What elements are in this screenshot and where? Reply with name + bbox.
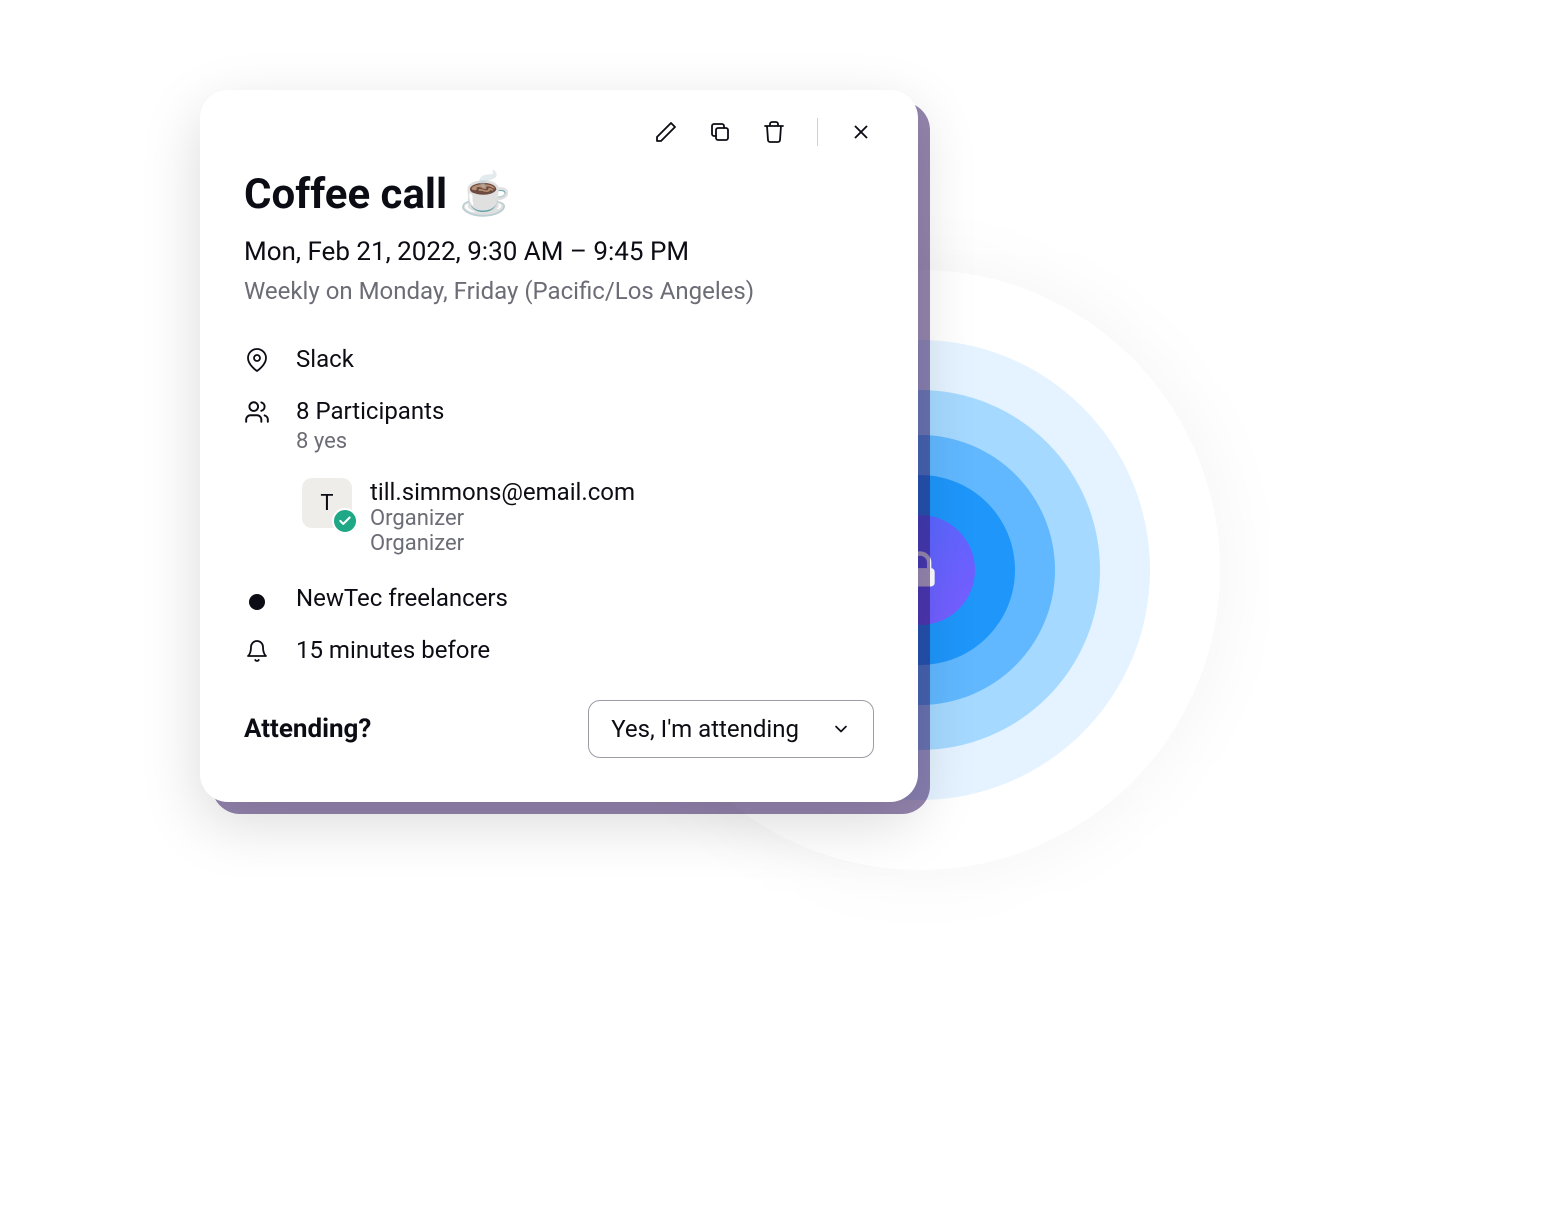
people-icon (244, 399, 270, 425)
participants-yes: 8 yes (296, 429, 444, 454)
event-recurrence: Weekly on Monday, Friday (Pacific/Los An… (244, 277, 874, 305)
organizer-row: T till.simmons@email.com Organizer Organ… (302, 478, 874, 556)
chevron-down-icon (831, 719, 851, 739)
organizer-role-1: Organizer (370, 506, 635, 531)
participants-row: 8 Participants 8 yes (244, 397, 874, 454)
attending-row: Attending? Yes, I'm attending (244, 700, 874, 758)
attending-label: Attending? (244, 714, 371, 744)
participants-count: 8 Participants (296, 397, 444, 425)
check-icon (338, 514, 352, 528)
organizer-role-2: Organizer (370, 531, 635, 556)
event-emoji: ☕ (459, 170, 511, 219)
attending-select[interactable]: Yes, I'm attending (588, 700, 874, 758)
trash-icon (762, 120, 786, 144)
event-datetime: Mon, Feb 21, 2022, 9:30 AM – 9:45 PM (244, 237, 874, 267)
close-button[interactable] (848, 119, 874, 145)
location-text: Slack (296, 345, 354, 373)
event-title-text: Coffee call (244, 170, 447, 219)
location-row: Slack (244, 345, 874, 373)
pencil-icon (654, 120, 678, 144)
reminder-text: 15 minutes before (296, 636, 490, 664)
status-badge (332, 508, 358, 534)
avatar-initial: T (320, 491, 333, 516)
organizer-email: till.simmons@email.com (370, 478, 635, 506)
copy-button[interactable] (707, 119, 733, 145)
close-icon (850, 121, 872, 143)
delete-button[interactable] (761, 119, 787, 145)
location-pin-icon (244, 347, 270, 373)
copy-icon (708, 120, 732, 144)
avatar: T (302, 478, 352, 528)
calendar-dot-icon (244, 586, 270, 612)
toolbar-divider (817, 118, 818, 146)
reminder-row: 15 minutes before (244, 636, 874, 664)
edit-button[interactable] (653, 119, 679, 145)
attending-value: Yes, I'm attending (611, 715, 799, 743)
event-title: Coffee call ☕ (244, 170, 874, 219)
calendar-row: NewTec freelancers (244, 584, 874, 612)
event-card: Coffee call ☕ Mon, Feb 21, 2022, 9:30 AM… (200, 90, 918, 802)
organizer-info: till.simmons@email.com Organizer Organiz… (370, 478, 635, 556)
calendar-name: NewTec freelancers (296, 584, 508, 612)
bell-icon (244, 638, 270, 664)
card-toolbar (244, 118, 874, 146)
